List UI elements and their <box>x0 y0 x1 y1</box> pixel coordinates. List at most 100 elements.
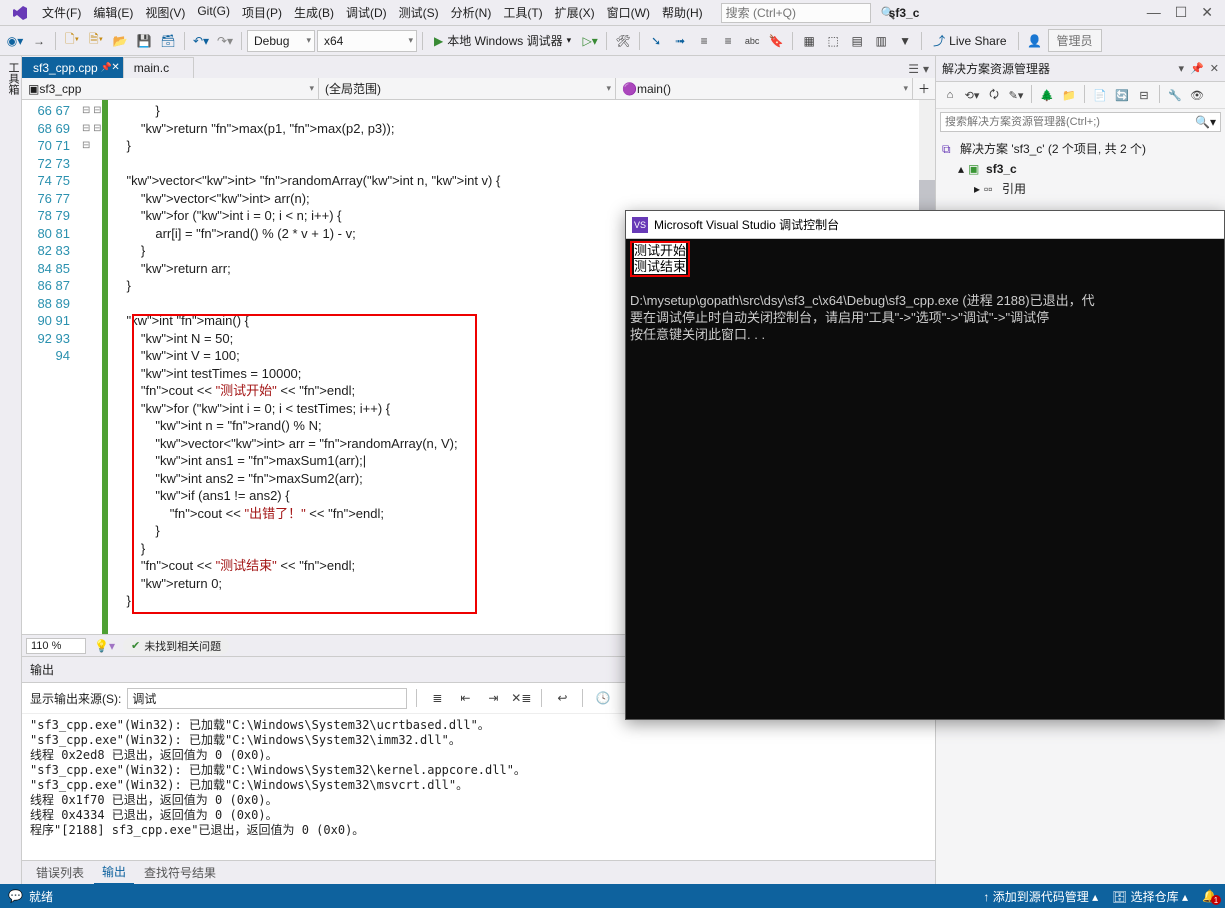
close-button[interactable]: ✕ <box>1201 4 1213 21</box>
menu-item[interactable]: 测试(S) <box>393 0 445 25</box>
platform-combo[interactable]: x64 <box>317 30 417 52</box>
menu-item[interactable]: 调试(D) <box>340 0 393 25</box>
console-body[interactable]: 测试开始 测试结束 D:\mysetup\gopath\src\dsy\sf3_… <box>626 239 1224 719</box>
output-source-combo[interactable]: 调试 <box>127 688 407 709</box>
maximize-button[interactable]: ☐ <box>1175 4 1188 21</box>
nav-back-button[interactable]: ◉▾ <box>4 30 26 52</box>
sol-home-icon[interactable]: ⌂ <box>940 85 960 105</box>
bottom-tab[interactable]: 错误列表 <box>28 861 92 884</box>
type-combo[interactable]: (全局范围) <box>319 78 616 99</box>
sol-collapse-icon[interactable]: ⊟ <box>1134 85 1154 105</box>
new-project-button[interactable]: 🗋▾ <box>61 30 83 52</box>
status-bar: 💬 就绪 ↑ 添加到源代码管理 ▴ 🗄 选择仓库 ▴ 🔔1 <box>0 884 1225 908</box>
menu-item[interactable]: 扩展(X) <box>549 0 601 25</box>
feedback-icon[interactable]: 👤 <box>1024 30 1046 52</box>
sol-close-icon[interactable]: ✕ <box>1210 62 1219 75</box>
solution-tree[interactable]: ⧉解决方案 'sf3_c' (2 个项目, 共 2 个) ▴▣sf3_c ▸▫▫… <box>936 135 1225 203</box>
save-all-button[interactable]: 🗃 <box>157 30 179 52</box>
issues-indicator[interactable]: ✔未找到相关问题 <box>123 637 229 655</box>
search-input[interactable] <box>726 6 881 20</box>
step-into-icon[interactable]: ➘ <box>645 30 667 52</box>
redo-button[interactable]: ↷▾ <box>214 30 236 52</box>
repo-button[interactable]: 🗄 选择仓库 ▴ <box>1112 888 1188 905</box>
solution-root[interactable]: ⧉解决方案 'sf3_c' (2 个项目, 共 2 个) <box>942 139 1219 159</box>
solution-search-input[interactable] <box>945 116 1195 128</box>
menu-item[interactable]: 窗口(W) <box>601 0 656 25</box>
comment-icon[interactable]: ≡ <box>693 30 715 52</box>
output-next-icon[interactable]: ⇥ <box>482 687 504 709</box>
tab-dropdown-icon[interactable]: ▾ <box>923 62 929 76</box>
save-button[interactable]: 💾 <box>133 30 155 52</box>
sol-pin-icon[interactable]: 📌 <box>1190 62 1204 75</box>
menu-item[interactable]: 生成(B) <box>288 0 340 25</box>
solution-search[interactable]: 🔍▾ <box>940 112 1221 132</box>
zoom-combo[interactable]: 110 % <box>26 638 86 654</box>
live-share-button[interactable]: ⤴Live Share <box>927 32 1012 49</box>
sol-folder-icon[interactable]: 📁 <box>1059 85 1079 105</box>
bulb-icon[interactable]: 💡▾ <box>94 639 115 653</box>
sol-tree-icon[interactable]: 🌲 <box>1037 85 1057 105</box>
menu-item[interactable]: 工具(T) <box>497 0 548 25</box>
tab-sf3-cpp[interactable]: sf3_cpp.cpp📌✕ <box>22 57 123 78</box>
main-menu: 文件(F)编辑(E)视图(V)Git(G)项目(P)生成(B)调试(D)测试(S… <box>36 0 709 25</box>
output-prev-icon[interactable]: ⇤ <box>454 687 476 709</box>
bottom-tab[interactable]: 查找符号结果 <box>136 861 224 884</box>
left-tool-strip[interactable]: 工具箱 <box>0 56 22 884</box>
menu-item[interactable]: 编辑(E) <box>87 0 139 25</box>
open-button[interactable]: 📂 <box>109 30 131 52</box>
sol-dropdown-icon[interactable]: ▾ <box>1179 62 1185 75</box>
sol-back-icon[interactable]: ⟲▾ <box>962 85 982 105</box>
toolbar-icon-4[interactable]: ▤ <box>846 30 868 52</box>
output-goto-icon[interactable]: ≣ <box>426 687 448 709</box>
output-text[interactable]: "sf3_cpp.exe"(Win32): 已加载"C:\Windows\Sys… <box>22 714 935 860</box>
sol-brush-icon[interactable]: ✎▾ <box>1006 85 1026 105</box>
menu-item[interactable]: 文件(F) <box>36 0 87 25</box>
tab-main-c[interactable]: main.c <box>123 57 194 78</box>
notifications-button[interactable]: 🔔1 <box>1202 889 1217 903</box>
window-dropdown-icon[interactable]: ☰ <box>908 62 919 76</box>
abc-icon[interactable]: abc <box>741 30 763 52</box>
toolbar-icon-3[interactable]: ⬚ <box>822 30 844 52</box>
member-combo[interactable]: 🟣 main() <box>616 78 913 99</box>
menu-item[interactable]: 分析(N) <box>445 0 498 25</box>
sol-sync-icon[interactable]: 🗘 <box>984 85 1004 105</box>
toolbar-icon-5[interactable]: ▥ <box>870 30 892 52</box>
run-debug-button[interactable]: ▶本地 Windows 调试器▾ <box>428 30 577 52</box>
step-over-icon[interactable]: ➟ <box>669 30 691 52</box>
sol-refresh-icon[interactable]: 🔄 <box>1112 85 1132 105</box>
bottom-tab[interactable]: 输出 <box>94 860 134 885</box>
toolbar-icon-1[interactable]: 🛠 <box>612 30 634 52</box>
output-clear-icon[interactable]: ✕≣ <box>510 687 532 709</box>
references-node[interactable]: ▸▫▫引用 <box>942 179 1219 199</box>
uncomment-icon[interactable]: ≡ <box>717 30 739 52</box>
scope-combo[interactable]: ▣ sf3_cpp <box>22 78 319 99</box>
search-box[interactable]: 🔍 <box>721 3 871 23</box>
close-tab-icon[interactable]: ✕ <box>111 62 119 73</box>
menu-item[interactable]: 项目(P) <box>236 0 288 25</box>
pin-icon[interactable]: 📌 <box>101 62 112 73</box>
bookmark-icon[interactable]: 🔖 <box>765 30 787 52</box>
output-wrap-icon[interactable]: ↩ <box>551 687 573 709</box>
vcs-button[interactable]: ↑ 添加到源代码管理 ▴ <box>983 888 1098 905</box>
minimize-button[interactable]: — <box>1147 4 1161 21</box>
nav-fwd-button[interactable]: → <box>28 30 50 52</box>
sol-show-all-icon[interactable]: 📄 <box>1090 85 1110 105</box>
status-ready: 就绪 <box>29 888 53 905</box>
nav-add-button[interactable]: ＋ <box>913 78 935 99</box>
config-combo[interactable]: Debug <box>247 30 315 52</box>
project-node[interactable]: ▴▣sf3_c <box>942 159 1219 179</box>
run-no-debug-button[interactable]: ▷▾ <box>579 30 601 52</box>
sol-view-icon[interactable]: 👁 <box>1187 85 1207 105</box>
toolbar-icon-2[interactable]: ▦ <box>798 30 820 52</box>
main-toolbar: ◉▾ → 🗋▾ 🗎▾ 📂 💾 🗃 ↶▾ ↷▾ Debug x64 ▶本地 Win… <box>0 26 1225 56</box>
menu-item[interactable]: 帮助(H) <box>656 0 709 25</box>
sol-properties-icon[interactable]: 🔧 <box>1165 85 1185 105</box>
debug-console-window[interactable]: VS Microsoft Visual Studio 调试控制台 测试开始 测试… <box>625 210 1225 720</box>
menu-item[interactable]: Git(G) <box>191 0 236 25</box>
output-clock-icon[interactable]: 🕓 <box>592 687 614 709</box>
console-titlebar[interactable]: VS Microsoft Visual Studio 调试控制台 <box>626 211 1224 239</box>
menu-item[interactable]: 视图(V) <box>139 0 191 25</box>
undo-button[interactable]: ↶▾ <box>190 30 212 52</box>
toolbar-icon-6[interactable]: ▼ <box>894 30 916 52</box>
add-file-button[interactable]: 🗎▾ <box>85 30 107 52</box>
